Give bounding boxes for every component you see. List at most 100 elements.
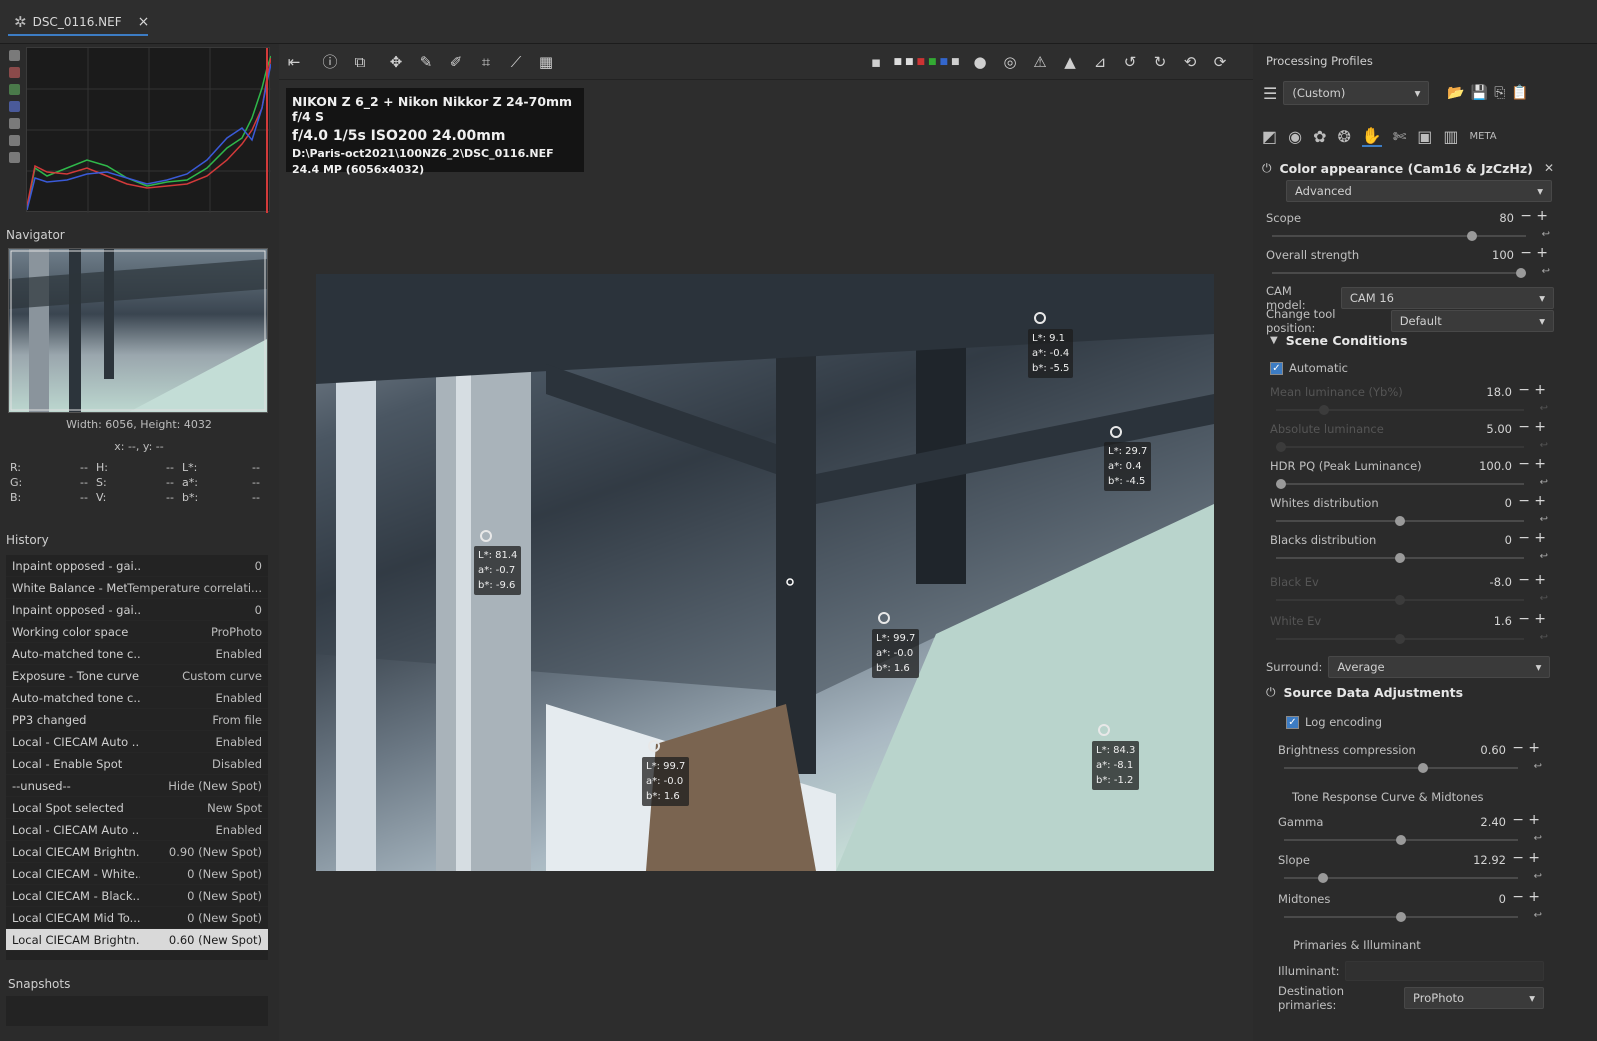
plus-icon[interactable]: +	[1536, 208, 1548, 224]
scene-conditions-header[interactable]: ▼ Scene Conditions	[1270, 333, 1407, 348]
flip-icon[interactable]: ⟲	[1177, 49, 1203, 75]
slider-value[interactable]: 18.0	[1486, 385, 1512, 399]
sample-spot-marker[interactable]	[648, 740, 660, 752]
reset-icon[interactable]: ↩	[1540, 403, 1548, 414]
illuminant-select[interactable]	[1345, 961, 1544, 981]
profile-select[interactable]: (Custom) ▾	[1283, 81, 1430, 105]
slider-track[interactable]	[1272, 231, 1526, 241]
history-row[interactable]: Local CIECAM Brightn... 0.90 (New Spot)	[6, 841, 268, 863]
plus-icon[interactable]: +	[1534, 382, 1546, 398]
module-header[interactable]: ⏻ Color appearance (Cam16 & JzCzHz) ✕	[1262, 155, 1554, 181]
slider-track[interactable]	[1284, 873, 1518, 883]
history-row[interactable]: Exposure - Tone curve 1 Custom curve	[6, 665, 268, 687]
slider-knob[interactable]	[1276, 442, 1286, 452]
plus-icon[interactable]: +	[1536, 245, 1548, 261]
raw-tab-icon[interactable]: ▥	[1443, 127, 1458, 146]
open-profile-icon[interactable]: 📂	[1447, 85, 1464, 101]
reset-icon[interactable]: ↩	[1534, 871, 1542, 882]
plus-icon[interactable]: +	[1534, 530, 1546, 546]
automatic-checkbox[interactable]: ✓ Automatic	[1270, 361, 1348, 375]
reset-icon[interactable]: ↩	[1540, 551, 1548, 562]
slider-value[interactable]: 0	[1505, 533, 1512, 547]
white-balance-picker-icon[interactable]: ✎	[413, 49, 439, 75]
advanced-tab-icon[interactable]: ✄	[1393, 127, 1406, 146]
sample-spot-marker[interactable]	[1034, 312, 1046, 324]
minus-icon[interactable]: −	[1518, 572, 1530, 588]
slider-knob[interactable]	[1395, 634, 1405, 644]
minus-icon[interactable]: −	[1518, 611, 1530, 627]
log-encoding-checkbox[interactable]: ✓ Log encoding	[1286, 715, 1382, 729]
shadow-warning-icon[interactable]: ⚠	[1027, 49, 1053, 75]
slider-value[interactable]: 2.40	[1480, 815, 1506, 829]
chroma-icon[interactable]	[9, 135, 20, 146]
rotate-left-icon[interactable]: ↺	[1117, 49, 1143, 75]
slider-value[interactable]: -8.0	[1490, 575, 1512, 589]
slider-track[interactable]	[1276, 405, 1524, 415]
slider-track[interactable]	[1276, 479, 1524, 489]
slider-knob[interactable]	[1396, 835, 1406, 845]
slider-track[interactable]	[1276, 553, 1524, 563]
reset-icon[interactable]: ↩	[1540, 593, 1548, 604]
destination-primaries-select[interactable]: ProPhoto ▾	[1404, 987, 1544, 1009]
reset-icon[interactable]: ↩	[1534, 761, 1542, 772]
slider-knob[interactable]	[1418, 763, 1429, 773]
metadata-tab-icon[interactable]: META	[1469, 131, 1496, 142]
focus-mask-icon[interactable]: ●	[967, 49, 993, 75]
preview-channels-icon[interactable]: ■■ ■ ■ ■ ■	[893, 49, 963, 75]
slider-value[interactable]: 1.6	[1494, 614, 1512, 628]
plus-icon[interactable]: +	[1534, 611, 1546, 627]
history-row[interactable]: Local - Enable Spot Disabled	[6, 753, 268, 775]
slider-track[interactable]	[1284, 835, 1518, 845]
hide-panel-icon[interactable]: ⇤	[281, 49, 307, 75]
slider-value[interactable]: 100.0	[1479, 459, 1512, 473]
slider-knob[interactable]	[1317, 873, 1328, 883]
slider-value[interactable]: 100	[1492, 248, 1514, 262]
checkbox-checked-icon[interactable]: ✓	[1270, 361, 1283, 375]
slider-knob[interactable]	[1396, 912, 1406, 922]
minus-icon[interactable]: −	[1518, 493, 1530, 509]
slider-track[interactable]	[1284, 763, 1518, 773]
slider-knob[interactable]	[1395, 595, 1405, 605]
save-profile-icon[interactable]: 💾	[1471, 85, 1488, 101]
history-row[interactable]: Local CIECAM Mid To... 0 (New Spot)	[6, 907, 268, 929]
plus-icon[interactable]: +	[1528, 889, 1540, 905]
minus-icon[interactable]: −	[1520, 245, 1532, 261]
source-data-header[interactable]: ⏻ Source Data Adjustments	[1266, 685, 1463, 700]
slider-track[interactable]	[1284, 912, 1518, 922]
sample-spot-marker[interactable]	[1110, 426, 1122, 438]
photo-preview[interactable]: L*: 9.1 a*: -0.4 b*: -5.5 L*: 29.7 a*: 0.4 b*…	[316, 274, 1214, 871]
slider-value[interactable]: 5.00	[1486, 422, 1512, 436]
history-row[interactable]: Inpaint opposed - gai... 0	[6, 555, 268, 577]
minus-icon[interactable]: −	[1512, 889, 1524, 905]
sample-spot-marker[interactable]	[878, 612, 890, 624]
info-icon[interactable]: ⓘ	[317, 49, 343, 75]
plus-icon[interactable]: +	[1528, 850, 1540, 866]
history-row[interactable]: White Balance - Meth...Temperature corre…	[6, 577, 268, 599]
minus-icon[interactable]: −	[1518, 530, 1530, 546]
slider-knob[interactable]	[1467, 231, 1478, 241]
slider-track[interactable]	[1276, 595, 1524, 605]
luminance-icon[interactable]	[9, 118, 20, 129]
plus-icon[interactable]: +	[1528, 812, 1540, 828]
history-row[interactable]: Local Spot selected New Spot	[6, 797, 268, 819]
histogram-mode-icon[interactable]	[9, 50, 20, 61]
history-row[interactable]: Auto-matched tone c... Enabled	[6, 643, 268, 665]
minus-icon[interactable]: −	[1512, 850, 1524, 866]
file-tab[interactable]: ✲ DSC_0116.NEF ×	[8, 10, 149, 36]
history-row[interactable]: Local - CIECAM Auto ... Enabled	[6, 731, 268, 753]
slider-value[interactable]: 12.92	[1473, 853, 1506, 867]
plus-icon[interactable]: +	[1534, 572, 1546, 588]
history-row[interactable]: Working color space ProPhoto	[6, 621, 268, 643]
history-row[interactable]: Auto-matched tone c... Enabled	[6, 687, 268, 709]
red-channel-icon[interactable]	[9, 67, 20, 78]
reset-icon[interactable]: ↩	[1540, 440, 1548, 451]
minus-icon[interactable]: −	[1518, 456, 1530, 472]
slider-value[interactable]: 0	[1505, 496, 1512, 510]
history-row[interactable]: Inpaint opposed - gai... 0	[6, 599, 268, 621]
slider-value[interactable]: 80	[1499, 211, 1514, 225]
tool-position-select[interactable]: Default ▾	[1390, 310, 1554, 332]
crop-icon[interactable]: ⌗	[473, 49, 499, 75]
slider-knob[interactable]	[1318, 405, 1329, 415]
straighten-icon[interactable]: ⟋	[503, 49, 529, 75]
history-row[interactable]: Local - CIECAM Auto ... Enabled	[6, 819, 268, 841]
